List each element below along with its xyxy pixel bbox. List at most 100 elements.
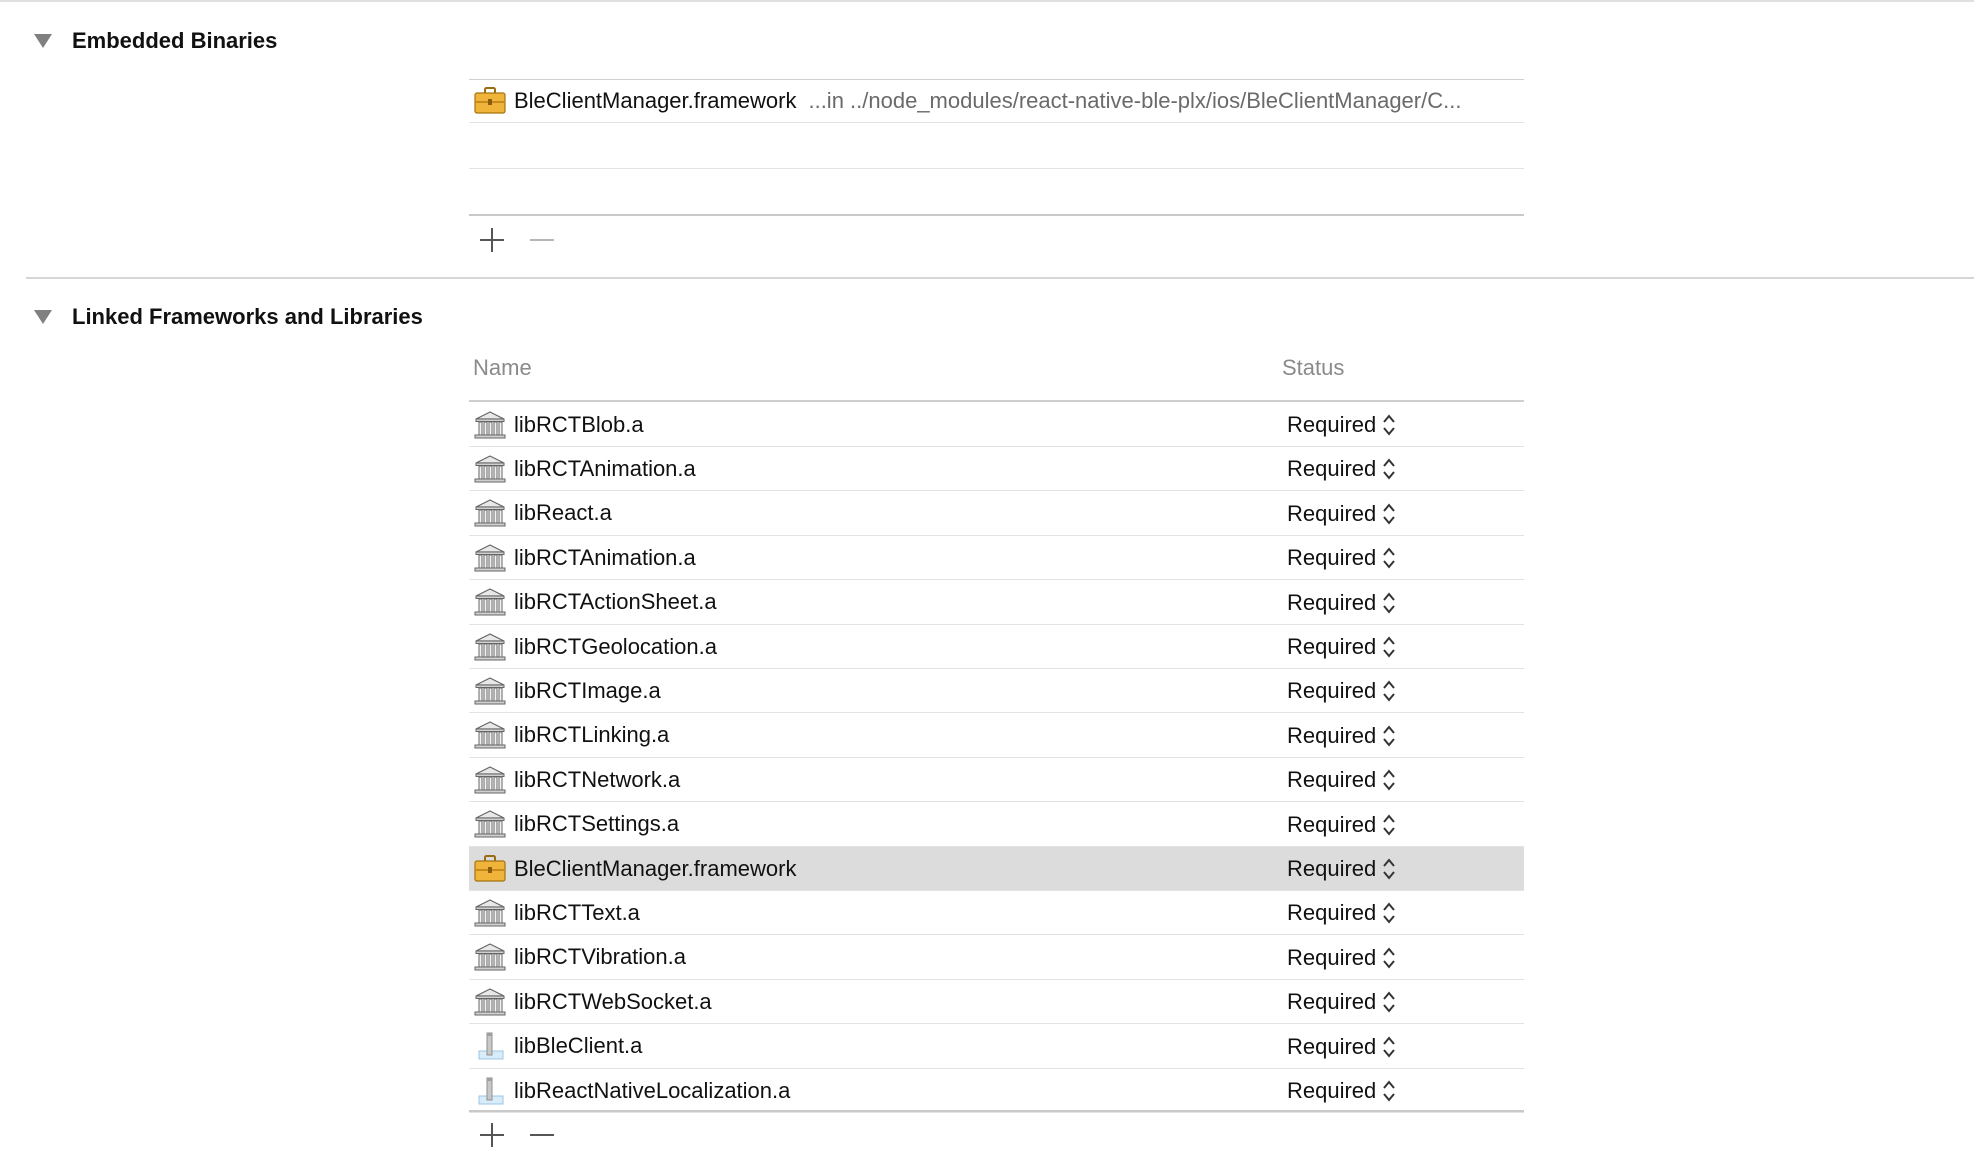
status-popup[interactable]: Required [1287,980,1396,1024]
framework-row[interactable]: libRCTBlob.a Required [469,403,1524,447]
name-column-header[interactable]: Name [473,355,532,381]
linked-frameworks-header[interactable]: Linked Frameworks and Libraries [34,302,423,332]
up-down-chevron-icon [1383,503,1396,525]
status-popup[interactable]: Required [1287,803,1396,847]
library-icon [473,543,507,573]
status-label: Required [1287,1033,1377,1059]
embedded-binaries-header[interactable]: Embedded Binaries [34,26,277,56]
up-down-chevron-icon [1383,458,1396,480]
up-down-chevron-icon [1383,1036,1396,1058]
framework-row[interactable]: libReact.a Required [469,492,1524,536]
embedded-binaries-title: Embedded Binaries [72,28,278,53]
status-popup[interactable]: Required [1287,492,1396,536]
library-icon [473,587,507,617]
embedded-binary-row[interactable]: BleClientManager.framework ...in ../node_… [469,80,1524,123]
framework-row[interactable]: libRCTActionSheet.a Required [469,581,1524,625]
framework-row[interactable]: libRCTImage.a Required [469,669,1524,714]
framework-name: libRCTAnimation.a [514,544,696,570]
framework-name: libRCTVibration.a [514,944,687,970]
framework-row[interactable]: libRCTText.a Required [469,891,1524,936]
framework-name: libRCTLinking.a [514,722,670,748]
library-icon [473,765,507,795]
framework-row[interactable]: BleClientManager.framework Required [469,847,1524,891]
status-popup[interactable]: Required [1287,625,1396,669]
status-popup[interactable]: Required [1287,403,1396,447]
status-popup[interactable]: Required [1287,847,1396,891]
status-label: Required [1287,634,1377,659]
status-popup[interactable]: Required [1287,936,1396,980]
static-lib-icon [473,1031,507,1061]
status-label: Required [1287,412,1377,437]
library-icon [473,676,507,706]
status-label: Required [1287,1078,1377,1103]
up-down-chevron-icon [1383,547,1396,569]
up-down-chevron-icon [1383,991,1396,1013]
status-popup[interactable]: Required [1287,447,1396,491]
status-popup[interactable]: Required [1287,1069,1396,1113]
status-popup[interactable]: Required [1287,669,1396,713]
linked-table-bottom-border [469,1110,1524,1112]
up-down-chevron-icon [1383,725,1396,747]
status-label: Required [1287,856,1377,881]
framework-name: BleClientManager.framework [514,855,797,881]
framework-icon [473,854,507,884]
binary-name: BleClientManager.framework [514,88,797,113]
library-icon [473,898,507,928]
status-label: Required [1287,589,1377,615]
framework-row[interactable]: libRCTAnimation.a Required [469,447,1524,492]
status-popup[interactable]: Required [1287,581,1396,625]
linked-add-button[interactable] [480,1123,504,1147]
framework-name: libRCTAnimation.a [514,455,696,481]
framework-name: libRCTSettings.a [514,811,680,837]
library-icon [473,720,507,750]
framework-row[interactable]: libRCTLinking.a Required [469,714,1524,758]
status-label: Required [1287,545,1377,571]
framework-row[interactable]: libRCTSettings.a Required [469,803,1524,847]
framework-name: libRCTGeolocation.a [514,633,717,659]
framework-row[interactable]: libRCTWebSocket.a Required [469,980,1524,1025]
framework-row[interactable]: libRCTAnimation.a Required [469,536,1524,581]
status-popup[interactable]: Required [1287,1025,1396,1069]
up-down-chevron-icon [1383,769,1396,791]
library-icon [473,809,507,839]
framework-name: libRCTBlob.a [514,411,644,437]
up-down-chevron-icon [1383,680,1396,702]
up-down-chevron-icon [1383,902,1396,924]
framework-row[interactable]: libRCTNetwork.a Required [469,758,1524,803]
framework-name: libRCTWebSocket.a [514,988,712,1014]
framework-name: libRCTNetwork.a [514,766,681,792]
framework-row[interactable]: libBleClient.a Required [469,1025,1524,1069]
framework-row[interactable]: libRCTGeolocation.a Required [469,625,1524,669]
library-icon [473,498,507,528]
framework-row[interactable]: libReactNativeLocalization.a Required [469,1069,1524,1113]
framework-row[interactable]: libRCTVibration.a Required [469,936,1524,980]
status-popup[interactable]: Required [1287,758,1396,802]
linked-frameworks-title: Linked Frameworks and Libraries [72,304,423,329]
status-label: Required [1287,767,1377,793]
status-label: Required [1287,678,1377,704]
up-down-chevron-icon [1383,858,1396,880]
disclosure-triangle-icon[interactable] [34,310,52,324]
status-label: Required [1287,456,1377,482]
library-icon [473,632,507,662]
up-down-chevron-icon [1383,636,1396,658]
embedded-add-remove-controls [480,225,554,255]
framework-icon [473,86,507,116]
status-label: Required [1287,944,1377,970]
disclosure-triangle-icon[interactable] [34,34,52,48]
framework-name: libReact.a [514,500,612,526]
status-popup[interactable]: Required [1287,714,1396,758]
status-popup[interactable]: Required [1287,536,1396,580]
up-down-chevron-icon [1383,814,1396,836]
framework-name: libRCTImage.a [514,677,661,703]
up-down-chevron-icon [1383,414,1396,436]
status-column-header[interactable]: Status [1282,355,1344,381]
binary-path: ...in ../node_modules/react-native-ble-p… [808,88,1462,113]
status-popup[interactable]: Required [1287,891,1396,935]
library-icon [473,942,507,972]
embedded-remove-button[interactable] [530,228,554,252]
linked-remove-button[interactable] [530,1123,554,1147]
library-icon [473,454,507,484]
embedded-add-button[interactable] [480,228,504,252]
top-divider [0,0,1974,2]
